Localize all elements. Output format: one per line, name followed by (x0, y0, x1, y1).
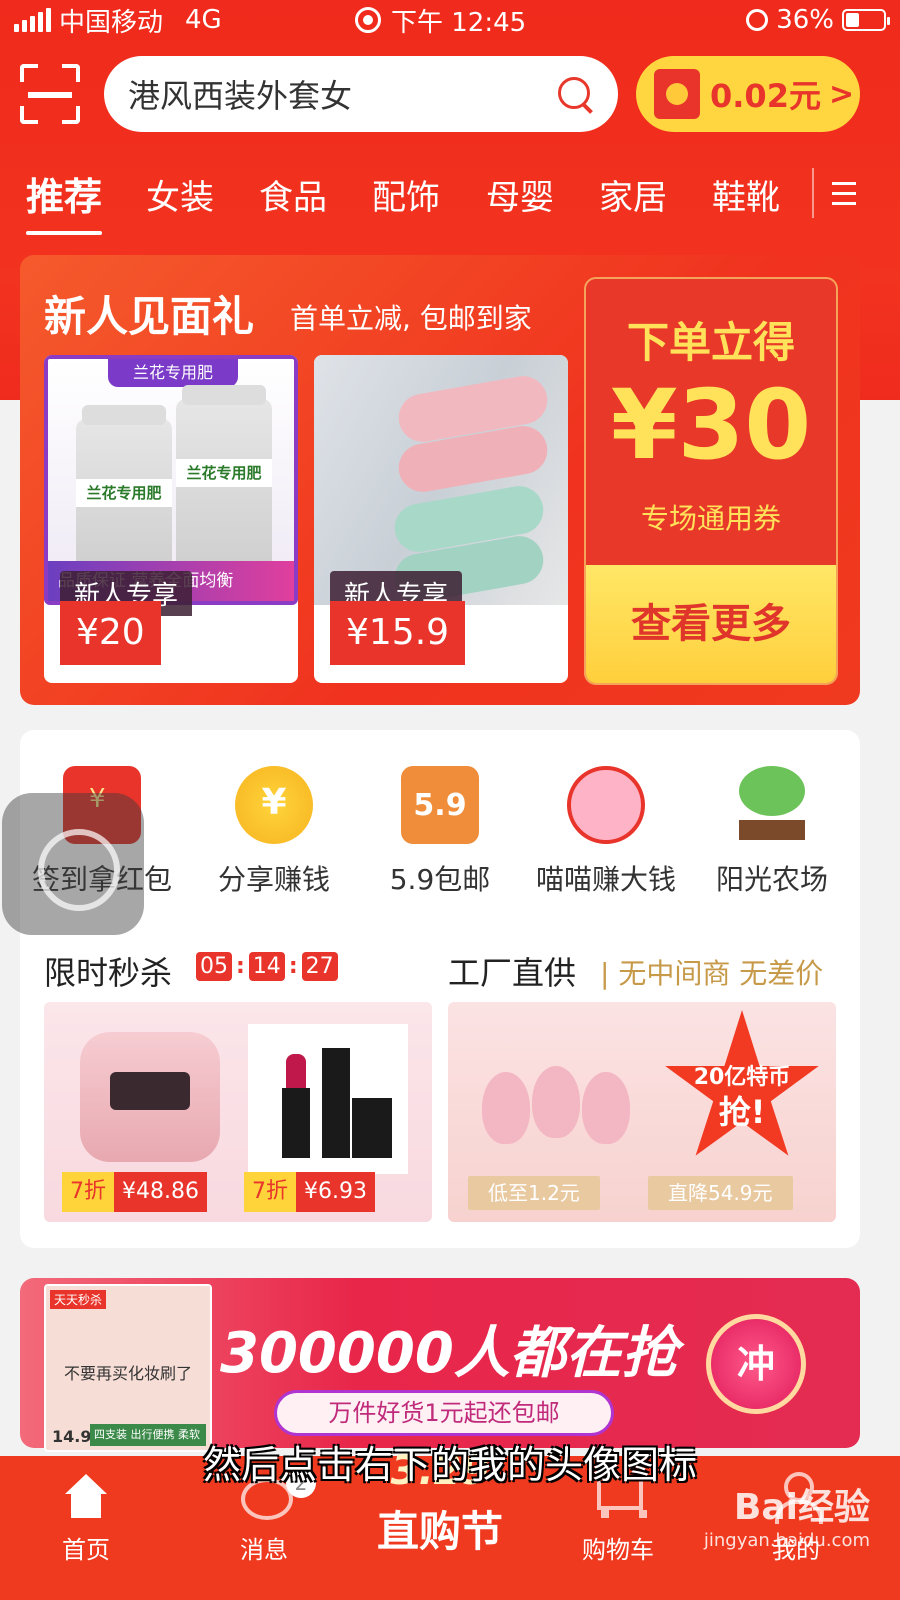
product-price: ¥15.9 (330, 601, 466, 665)
price-chip: 低至1.2元 (468, 1176, 600, 1210)
tab-womens[interactable]: 女装 (146, 170, 214, 219)
status-time-group: 下午 12:45 (355, 2, 526, 39)
wallet-button[interactable]: 0.02元 > (636, 56, 860, 132)
flash-sale-panel[interactable]: 7折 ¥48.86 7折 ¥6.93 (44, 1002, 432, 1222)
tab-food[interactable]: 食品 (259, 170, 327, 219)
promo-title: 新人见面礼 (44, 292, 255, 341)
tab-shoes[interactable]: 鞋靴 (712, 170, 780, 219)
cat-icon (567, 766, 645, 844)
farm-tree-icon (733, 766, 811, 844)
category-tabs: 推荐 女装 食品 配饰 母婴 家居 鞋靴 (0, 160, 900, 235)
tab-home[interactable]: 家居 (599, 170, 667, 219)
record-icon (355, 7, 381, 33)
battery-icon (842, 9, 890, 31)
battery-percent: 36% (776, 5, 834, 35)
factory-title: 工厂直供 (448, 954, 577, 992)
tab-accessories[interactable]: 配饰 (372, 170, 440, 219)
countdown-timer: 05: 14: 27 (196, 952, 338, 981)
quick-icon-cat[interactable]: 喵喵赚大钱 (526, 766, 686, 898)
status-time: 下午 12:45 (391, 7, 527, 38)
slipper-product-image (314, 355, 568, 606)
fertilizer-product-image: 兰花专用肥 兰花专用肥 兰花专用肥 品质保证 营养全面均衡 (44, 355, 298, 605)
scan-icon[interactable] (20, 64, 80, 124)
chevron-right-icon: > (828, 76, 855, 112)
floating-assistive-button[interactable] (2, 793, 144, 935)
star-badge-text: 20亿特币 抢! (693, 1065, 791, 1131)
status-bar: 中国移动 4G 下午 12:45 36% (0, 0, 900, 40)
price-chip: 直降54.9元 (648, 1176, 793, 1210)
search-icon[interactable] (556, 75, 594, 113)
campaign-pill: 万件好货1元起还包邮 (274, 1390, 614, 1436)
factory-panel[interactable]: 20亿特币 抢! 低至1.2元 直降54.9元 (448, 1002, 836, 1222)
campaign-headline: 300000人都在抢 (220, 1321, 678, 1386)
search-input[interactable]: 港风西装外套女 (104, 56, 618, 132)
red-envelope-icon (654, 69, 700, 119)
coupon-card[interactable]: 下单立得 ¥30 专场通用券 查看更多 (584, 277, 838, 685)
coupon-title: 下单立得 (626, 318, 795, 367)
discount-tag: 7折 ¥48.86 (62, 1172, 207, 1212)
wallet-amount: 0.02元 (710, 77, 821, 115)
mini-product-thumbnail[interactable]: 天天秒杀 不要再买化妆刷了 14.9 四支装 出行便携 柔软细腻 (44, 1284, 212, 1452)
menu-icon[interactable] (812, 168, 900, 218)
promo-product-card[interactable]: 兰花专用肥 兰花专用肥 兰花专用肥 品质保证 营养全面均衡 新人专享 ¥20 (44, 355, 298, 683)
coupon-desc: 专场通用券 (640, 502, 781, 535)
quick-icon-share[interactable]: 分享赚钱 (194, 766, 354, 898)
discount-tag: 7折 ¥6.93 (244, 1172, 375, 1212)
sponge-image (482, 1072, 530, 1144)
signal-icon (14, 8, 51, 32)
shipping-box-icon (401, 766, 479, 844)
promo-product-card[interactable]: 新人专享 ¥15.9 (314, 355, 568, 683)
quick-icon-shipping[interactable]: 5.9包邮 (360, 766, 520, 898)
network-label: 4G (185, 5, 222, 35)
tab-baby[interactable]: 母婴 (486, 170, 554, 219)
lipstick-image (248, 1024, 408, 1174)
quick-icon-farm[interactable]: 阳光农场 (692, 766, 852, 898)
promo-subtitle: 首单立减, 包邮到家 (290, 302, 532, 335)
view-more-button[interactable]: 查看更多 (586, 565, 836, 683)
baidu-watermark: Bai经验 jingyan.baidu.com (703, 1487, 870, 1551)
tab-recommend[interactable]: 推荐 (26, 166, 103, 235)
coin-icon (235, 766, 313, 844)
new-user-promo[interactable]: 新人见面礼 首单立减, 包邮到家 兰花专用肥 兰花专用肥 兰花专用肥 品质保证 … (20, 255, 860, 705)
status-right: 36% (746, 5, 890, 35)
carrier-label: 中国移动 (59, 7, 164, 38)
factory-subtitle: | 无中间商 无差价 (600, 957, 824, 990)
flash-sale-title: 限时秒杀 (44, 954, 173, 992)
coupon-amount: ¥30 (610, 369, 812, 481)
rice-cooker-image (80, 1032, 220, 1162)
rotation-lock-icon (746, 9, 769, 31)
features-card: 签到拿红包 分享赚钱 5.9包邮 喵喵赚大钱 阳光农场 限时秒杀 05: 14:… (20, 730, 860, 1248)
search-query: 港风西装外套女 (128, 77, 353, 115)
product-price: ¥20 (60, 601, 161, 665)
go-button[interactable]: 冲 (706, 1314, 806, 1414)
